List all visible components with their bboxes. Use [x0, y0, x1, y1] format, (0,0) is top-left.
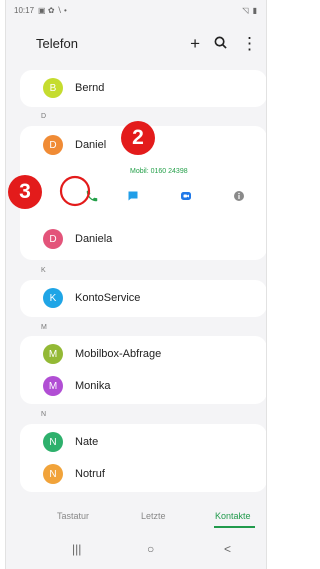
avatar: M	[43, 376, 63, 396]
contact-row-bernd[interactable]: B Bernd	[20, 70, 266, 106]
annotation-step-2: 2	[121, 121, 155, 155]
search-icon[interactable]	[214, 35, 227, 52]
contact-name: Bernd	[75, 82, 105, 94]
contact-row-notruf[interactable]: N Notruf	[20, 456, 266, 492]
call-highlight-circle	[59, 175, 91, 207]
avatar: K	[43, 288, 63, 308]
info-button[interactable]	[227, 184, 251, 208]
contact-name: Daniel	[75, 139, 107, 151]
contact-row-daniela[interactable]: D Daniela	[20, 221, 266, 257]
back-icon[interactable]: <	[224, 542, 231, 556]
contact-name: Monika	[75, 380, 111, 392]
avatar: N	[43, 432, 63, 452]
contact-card-bernd: B Bernd	[20, 70, 266, 107]
section-header-k: K	[41, 267, 46, 274]
status-time: 10:17	[14, 5, 35, 15]
video-call-icon	[181, 192, 191, 200]
tab-recents[interactable]: Letzte	[141, 511, 166, 521]
tab-contacts[interactable]: Kontakte	[215, 511, 251, 521]
avatar: D	[43, 135, 63, 155]
status-left-icons: ▣ ✿ ∖ •	[38, 5, 67, 15]
tab-keypad[interactable]: Tastatur	[57, 511, 89, 521]
avatar: D	[43, 229, 63, 249]
status-bar: 10:17 ▣ ✿ ∖ • ◹ ▮	[6, 0, 266, 20]
section-header-d: D	[41, 113, 47, 120]
avatar: B	[43, 78, 63, 98]
contact-name: KontoService	[75, 292, 141, 304]
contact-card-n: N Nate N Notruf	[20, 424, 266, 492]
add-icon[interactable]: +	[190, 35, 200, 52]
status-right-icons: ◹ ▮	[242, 5, 258, 15]
contact-row-mobilbox[interactable]: M Mobilbox-Abfrage	[20, 336, 266, 372]
mobile-number: Mobil: 0160 24398	[130, 168, 188, 175]
contact-row-kontoservice[interactable]: K KontoService	[20, 280, 266, 316]
recent-apps-icon[interactable]: |||	[72, 542, 81, 556]
home-icon[interactable]: ○	[147, 542, 154, 556]
contact-card-m: M Mobilbox-Abfrage M Monika	[20, 336, 266, 404]
phone-screen: 10:17 ▣ ✿ ∖ • ◹ ▮ Telefon + ⋮ B Bernd D …	[5, 0, 267, 569]
active-tab-indicator	[214, 526, 255, 528]
contact-row-monika[interactable]: M Monika	[20, 368, 266, 404]
more-menu-icon[interactable]: ⋮	[241, 35, 258, 52]
contact-row-nate[interactable]: N Nate	[20, 424, 266, 460]
info-icon	[234, 191, 244, 201]
annotation-step-3: 3	[8, 175, 42, 209]
message-button[interactable]	[121, 184, 145, 208]
page-title: Telefon	[36, 35, 78, 51]
section-header-n: N	[41, 411, 47, 418]
contact-name: Daniela	[75, 233, 113, 245]
section-header-m: M	[41, 324, 47, 331]
message-icon	[128, 191, 138, 201]
contact-name: Nate	[75, 436, 99, 448]
avatar: N	[43, 464, 63, 484]
bottom-tab-bar: Tastatur Letzte Kontakte	[6, 505, 266, 529]
contact-name: Mobilbox-Abfrage	[75, 348, 162, 360]
contact-card-k: K KontoService	[20, 280, 266, 317]
avatar: M	[43, 344, 63, 364]
app-header: Telefon + ⋮	[6, 28, 266, 58]
system-navigation-bar: ||| ○ <	[6, 542, 266, 564]
contact-name: Notruf	[75, 468, 105, 480]
header-actions: + ⋮	[190, 35, 258, 52]
video-call-button[interactable]	[174, 184, 198, 208]
